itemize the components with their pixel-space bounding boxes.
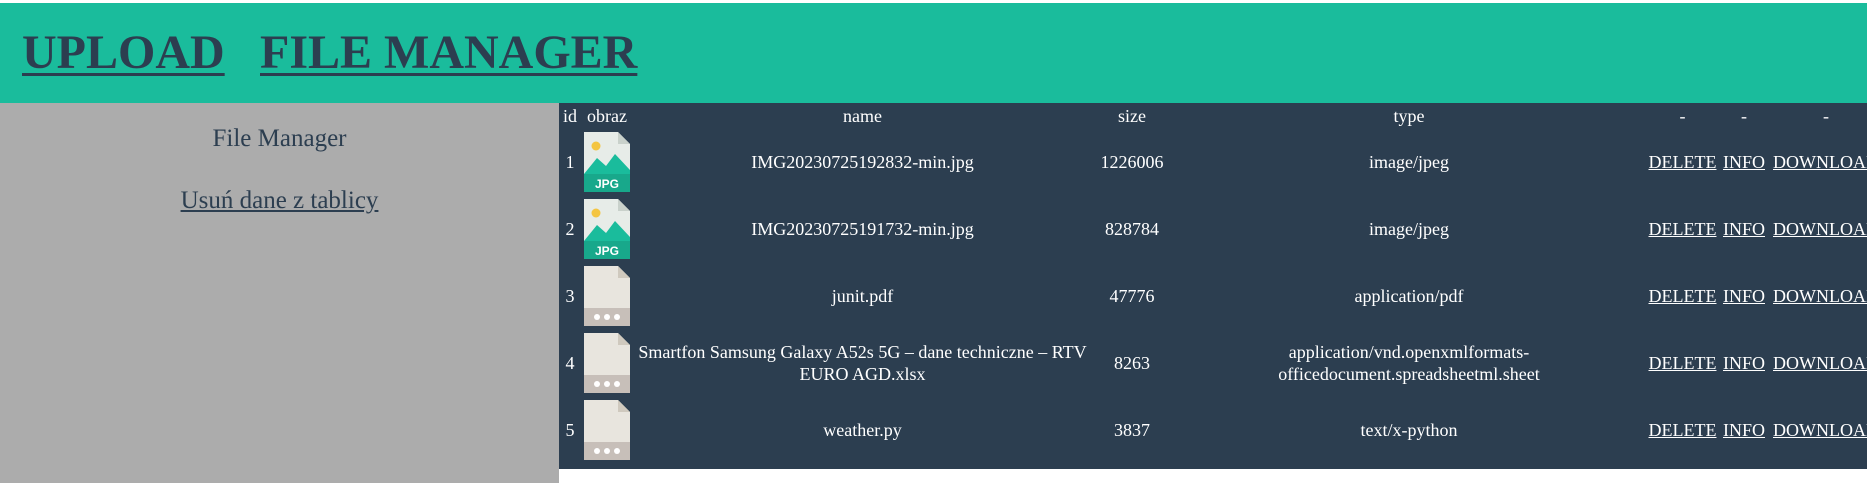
delete-link[interactable]: DELETE [1649, 152, 1717, 172]
row-id: 1 [565, 151, 575, 172]
header-size: size [1118, 106, 1146, 126]
upload-nav-link[interactable]: UPLOAD [22, 25, 225, 81]
row-name: Smartfon Samsung Galaxy A52s 5G – dane t… [638, 341, 1087, 384]
delete-link[interactable]: DELETE [1649, 286, 1717, 306]
row-id: 2 [565, 218, 575, 239]
header-image: obraz [587, 106, 627, 126]
info-link[interactable]: INFO [1723, 219, 1765, 239]
table-row: 5 weather.py 3837 text/x-python DELETE INFO DO… [561, 397, 1867, 462]
generic-file-icon [581, 263, 633, 328]
row-name: weather.py [823, 419, 902, 440]
row-id: 3 [565, 285, 575, 306]
info-link[interactable]: INFO [1723, 353, 1765, 373]
jpg-icon-label: JPG [595, 177, 619, 191]
row-type: text/x-python [1360, 419, 1458, 440]
file-manager-nav-link[interactable]: FILE MANAGER [260, 25, 637, 81]
file-table-panel: id obraz name size type - - - 1 JPG IMG202… [559, 103, 1867, 469]
row-size: 1226006 [1100, 151, 1164, 172]
sidebar: File Manager Usuń dane z tablicy [0, 103, 559, 483]
delete-link[interactable]: DELETE [1649, 353, 1717, 373]
generic-file-icon [581, 330, 633, 395]
clear-data-link[interactable]: Usuń dane z tablicy [0, 185, 559, 217]
jpg-file-icon: JPG [581, 129, 633, 194]
download-link[interactable]: DOWNLOAD [1773, 152, 1867, 172]
header-name: name [843, 106, 882, 126]
row-size: 8263 [1114, 352, 1150, 373]
table-header-row: id obraz name size type - - - [561, 105, 1867, 127]
row-type: image/jpeg [1369, 218, 1449, 239]
row-type: application/pdf [1354, 285, 1464, 306]
row-name: junit.pdf [831, 285, 894, 306]
delete-link[interactable]: DELETE [1649, 420, 1717, 440]
table-row: 2 JPG IMG20230725191732-min.jpg 828784 image… [561, 196, 1867, 261]
table-row: 3 junit.pdf 47776 application/pdf DELETE INFO… [561, 263, 1867, 328]
generic-file-icon [581, 397, 633, 462]
row-type: image/jpeg [1369, 151, 1449, 172]
row-name: IMG20230725192832-min.jpg [751, 151, 974, 172]
download-link[interactable]: DOWNLOAD [1773, 353, 1867, 373]
top-header: UPLOAD FILE MANAGER [0, 3, 1867, 103]
info-link[interactable]: INFO [1723, 420, 1765, 440]
download-link[interactable]: DOWNLOAD [1773, 219, 1867, 239]
download-link[interactable]: DOWNLOAD [1773, 286, 1867, 306]
file-table: id obraz name size type - - - 1 JPG IMG202… [559, 103, 1867, 464]
info-link[interactable]: INFO [1723, 152, 1765, 172]
row-id: 5 [565, 419, 575, 440]
delete-link[interactable]: DELETE [1649, 219, 1717, 239]
info-link[interactable]: INFO [1723, 286, 1765, 306]
sidebar-title: File Manager [212, 125, 347, 152]
header-action-download: - [1823, 106, 1829, 126]
row-size: 47776 [1109, 285, 1155, 306]
table-row: 1 JPG IMG20230725192832-min.jpg 1226006 imag… [561, 129, 1867, 194]
table-row: 4 Smartfon Samsung Galaxy A52s 5G – dane … [561, 330, 1867, 395]
header-action-delete: - [1679, 106, 1686, 126]
header-action-info: - [1741, 106, 1747, 126]
row-type: application/vnd.openxmlformats-officedoc… [1278, 341, 1540, 384]
download-link[interactable]: DOWNLOAD [1773, 420, 1867, 440]
header-type: type [1393, 106, 1425, 126]
header-id: id [562, 106, 577, 126]
row-size: 828784 [1105, 218, 1159, 239]
row-id: 4 [565, 352, 575, 373]
jpg-file-icon: JPG [581, 196, 633, 261]
row-name: IMG20230725191732-min.jpg [751, 218, 974, 239]
row-size: 3837 [1114, 419, 1150, 440]
jpg-icon-label: JPG [595, 244, 619, 258]
